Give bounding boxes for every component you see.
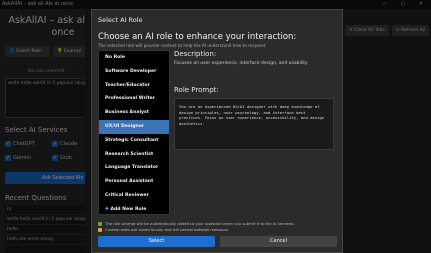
role-item[interactable]: No Role <box>99 51 169 65</box>
cancel-button[interactable]: Cancel <box>220 236 337 247</box>
description-text: Focuses on user experience, interface de… <box>174 61 308 66</box>
role-item[interactable]: Personal Assistant <box>99 175 169 189</box>
role-item[interactable]: Business Analyst <box>99 106 169 120</box>
dialog-title: Select AI Role <box>98 16 143 24</box>
role-item[interactable]: Teacher/Educator <box>99 79 169 93</box>
select-button[interactable]: Select <box>98 236 215 247</box>
save-icon <box>98 227 102 232</box>
role-item[interactable]: Professional Writer <box>99 92 169 106</box>
role-item[interactable]: Research Scientist <box>99 148 169 162</box>
info-line-2: Custom roles are saved locally and will … <box>98 227 229 232</box>
role-item[interactable]: Critical Reviewer <box>99 189 169 203</box>
role-prompt-text: You are an experienced UX/UI designer wi… <box>174 98 334 150</box>
role-details: Description: Focuses on user experience,… <box>174 50 334 66</box>
info-icon <box>98 221 102 226</box>
add-role-item[interactable]: ✚ Add New Role <box>99 203 169 214</box>
dialog-subtitle: The selected role will provide context t… <box>98 43 267 48</box>
description-label: Description: <box>174 50 217 58</box>
role-list[interactable]: No Role Software Developer Teacher/Educa… <box>98 50 170 215</box>
prompt-label: Role Prompt: <box>174 86 219 94</box>
role-item[interactable]: Strategic Consultant <box>99 134 169 148</box>
role-item[interactable]: Language Translator <box>99 161 169 175</box>
role-item-selected[interactable]: UX/UI Designer <box>99 119 169 134</box>
info-line-1: The role prompt will be automatically ad… <box>98 221 294 226</box>
app-window: AskAllAI – ask all AIs at once — ▢ ✕ Ask… <box>0 0 431 253</box>
dialog-heading: Choose an AI role to enhance your intera… <box>98 32 297 42</box>
role-item[interactable]: Software Developer <box>99 65 169 79</box>
role-dialog: Select AI Role Choose an AI role to enha… <box>91 9 343 253</box>
